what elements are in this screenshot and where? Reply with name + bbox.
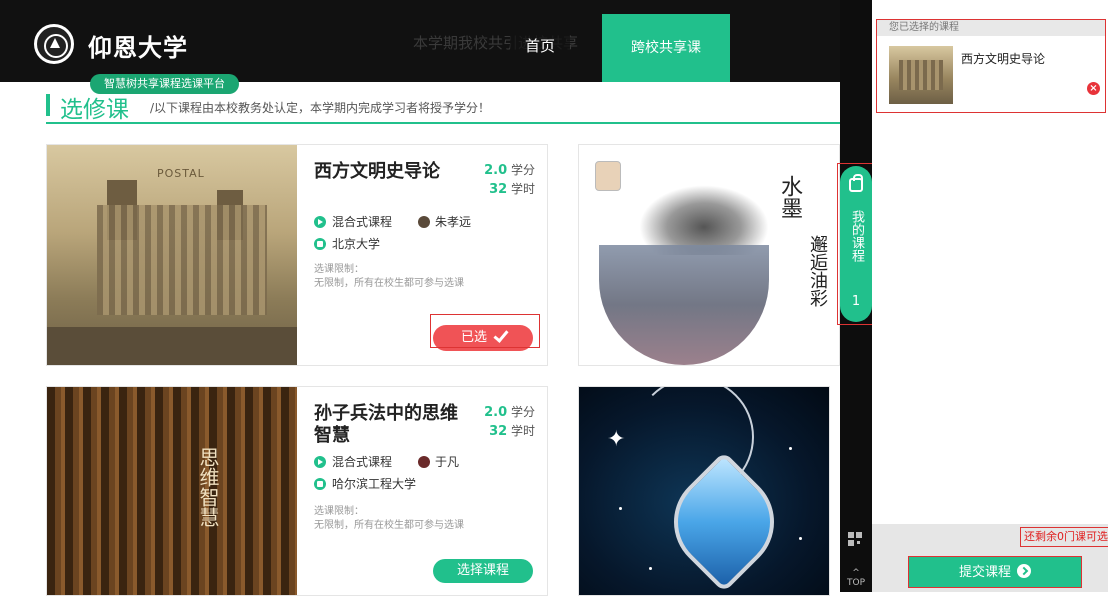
credit-unit: 学分	[510, 405, 535, 419]
course-school-row: 哈尔滨工程大学	[314, 475, 416, 492]
section-note: /以下课程由本校教务处认定，本学期内完成学习者将授予学分！	[150, 101, 491, 115]
image-detail	[47, 327, 297, 365]
school-name: 哈尔滨工程大学	[332, 477, 417, 491]
image-title-sub: 邂逅油彩	[807, 235, 828, 307]
image-detail	[599, 245, 769, 365]
limit-label: 选课限制：	[314, 506, 364, 517]
image-stamp: POSTAL	[157, 167, 205, 180]
limit-text: 无限制，所有在校生都可参与选课	[314, 520, 464, 531]
course-type: 混合式课程	[332, 455, 393, 469]
qr-code-icon[interactable]	[848, 532, 862, 546]
image-detail	[619, 507, 622, 510]
submit-courses-button[interactable]: 提交课程	[908, 556, 1082, 588]
image-detail	[97, 205, 267, 315]
hour-unit: 学时	[510, 424, 535, 438]
teacher-avatar	[418, 455, 431, 468]
limit-text: 无限制，所有在校生都可参与选课	[314, 278, 464, 289]
section-accent-bar	[46, 94, 50, 116]
course-limit: 选课限制： 无限制，所有在校生都可参与选课	[314, 263, 464, 291]
course-meta-row: 混合式课程 朱孝远	[314, 213, 471, 230]
selected-course-name: 西方文明史导论	[961, 52, 1046, 66]
course-school-row: 北京大学	[314, 235, 380, 252]
university-name[interactable]: 仰恩大学	[88, 28, 188, 63]
teacher-name: 于凡	[435, 455, 460, 469]
play-icon	[314, 455, 326, 468]
credit-value: 2.0	[484, 163, 508, 178]
image-detail	[799, 537, 802, 540]
nav-home[interactable]: 首页	[510, 26, 570, 66]
selected-course-box: 您已选择的课程 西方文明史导论 ×	[876, 19, 1106, 113]
course-card[interactable]: 思维智慧 孙子兵法中的思维智慧 2.0 学分 32 学时 混合式课程 于凡 哈尔…	[46, 386, 548, 596]
teacher-photo	[595, 161, 621, 191]
back-to-top-button[interactable]: ^ TOP	[844, 568, 868, 588]
course-image[interactable]: POSTAL	[47, 145, 297, 365]
selected-course-thumbnail	[889, 46, 953, 104]
course-limit: 选课限制： 无限制，所有在校生都可参与选课	[314, 505, 464, 533]
submit-label: 提交课程	[958, 565, 1011, 580]
course-credit-info: 2.0 学分 32 学时	[484, 403, 535, 441]
selected-courses-heading: 您已选择的课程	[877, 20, 1105, 36]
chosen-button-highlight	[430, 314, 540, 348]
hour-unit: 学时	[510, 182, 535, 196]
arrow-right-icon	[1017, 564, 1031, 578]
image-title: 思维智慧	[196, 447, 220, 527]
nav-cross-school-courses[interactable]: 跨校共享课	[602, 14, 730, 82]
my-courses-highlight	[837, 163, 875, 325]
platform-badge: 智慧树共享课程选课平台	[90, 74, 239, 94]
hour-value: 32	[489, 424, 508, 439]
select-course-button[interactable]: 选择课程	[433, 559, 533, 583]
course-credit-info: 2.0 学分 32 学时	[484, 161, 535, 199]
section-divider	[46, 122, 840, 124]
site-header: 仰恩大学 本学期我校共引进校共享 首页 跨校共享课	[0, 0, 840, 82]
course-image[interactable]: 思维智慧	[47, 387, 297, 595]
section-title: 选修课	[60, 97, 129, 123]
school-icon	[314, 237, 326, 250]
teacher-avatar	[418, 215, 431, 228]
limit-label: 选课限制：	[314, 264, 364, 275]
image-detail	[649, 567, 652, 570]
remaining-count: 还剩余0门课可选	[1020, 527, 1108, 547]
course-title[interactable]: 西方文明史导论	[314, 161, 440, 183]
course-card[interactable]: ✦	[578, 386, 830, 596]
play-icon	[314, 215, 326, 228]
image-title-main: 水墨	[777, 175, 802, 219]
school-name: 北京大学	[332, 237, 381, 251]
course-meta-row: 混合式课程 于凡	[314, 453, 459, 470]
credit-value: 2.0	[484, 405, 508, 420]
remove-icon[interactable]: ×	[1087, 82, 1100, 95]
course-type: 混合式课程	[332, 215, 393, 229]
course-card[interactable]: 水墨 邂逅油彩	[578, 144, 840, 366]
school-icon	[314, 477, 326, 490]
university-logo[interactable]	[34, 24, 74, 64]
course-title[interactable]: 孙子兵法中的思维智慧	[314, 403, 474, 447]
image-detail: ✦	[607, 427, 626, 452]
teacher-name: 朱孝远	[435, 215, 472, 229]
image-detail	[789, 447, 792, 450]
credit-unit: 学分	[510, 163, 535, 177]
top-label: TOP	[846, 578, 865, 588]
hour-value: 32	[489, 182, 508, 197]
